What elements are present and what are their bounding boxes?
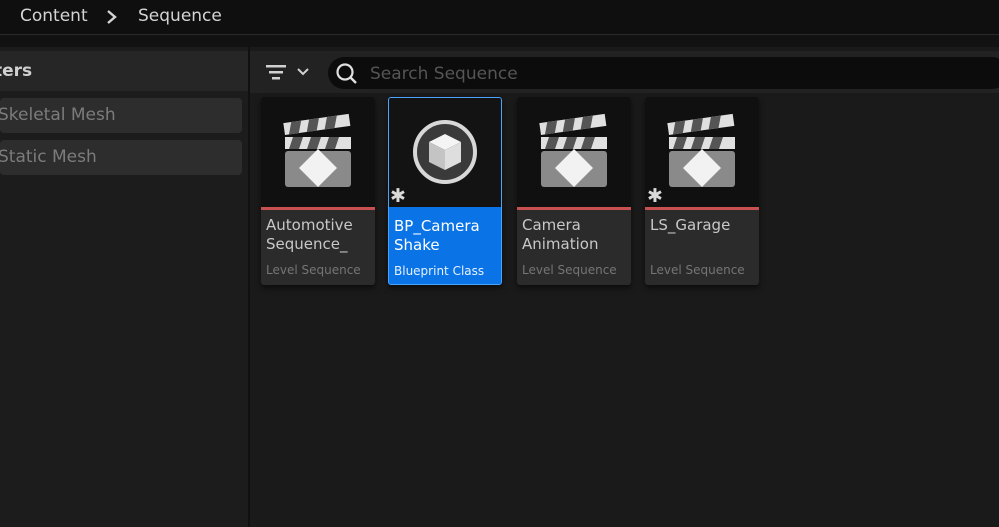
filter-icon xyxy=(266,65,309,80)
clapperboard-icon xyxy=(539,113,607,187)
breadcrumb-item-sequence[interactable]: Sequence xyxy=(138,6,222,26)
search-box xyxy=(328,57,999,89)
asset-browser: Automotive Sequence_ Ori Level Sequence … xyxy=(250,47,999,527)
asset-type: Level Sequence xyxy=(650,263,745,277)
asset-type: Level Sequence xyxy=(266,263,361,277)
asset-tile-bp-camera-shake[interactable]: ✱ BP_Camera Shake Blueprint Class xyxy=(388,97,502,285)
blueprint-cube-icon xyxy=(413,120,477,184)
filter-dropdown-button[interactable] xyxy=(264,61,314,85)
asset-name: LS_Garage xyxy=(650,216,731,234)
chevron-right-icon xyxy=(107,10,117,24)
asset-type-color-bar xyxy=(517,207,631,210)
filter-item-label: Static Mesh xyxy=(0,147,97,167)
asset-type: Level Sequence xyxy=(522,263,617,277)
asset-type-color-bar xyxy=(261,207,375,210)
asset-tile-automotive-sequence[interactable]: Automotive Sequence_ Ori Level Sequence xyxy=(261,97,375,285)
filter-item-static-mesh[interactable]: Static Mesh xyxy=(0,140,242,175)
asset-name: BP_Camera Shake xyxy=(394,217,480,254)
filters-panel: ters Skeletal Mesh Static Mesh xyxy=(0,47,250,527)
asset-thumbnail: ✱ xyxy=(645,97,759,207)
modified-star-icon: ✱ xyxy=(390,185,406,207)
asset-type-color-bar xyxy=(645,207,759,210)
breadcrumb-bar: Content Sequence xyxy=(0,0,999,35)
filters-header: ters xyxy=(0,51,248,91)
modified-star-icon: ✱ xyxy=(647,185,663,207)
asset-toolbar xyxy=(250,51,999,93)
asset-tile-ls-garage[interactable]: ✱ LS_Garage Level Sequence xyxy=(645,97,759,285)
asset-name: Automotive Sequence_ Ori xyxy=(266,216,353,256)
filters-title: ters xyxy=(0,61,33,81)
asset-thumbnail: ✱ xyxy=(389,98,501,207)
asset-thumbnail xyxy=(517,97,631,207)
asset-type: Blueprint Class xyxy=(394,264,485,278)
top-divider xyxy=(0,35,999,47)
asset-thumbnail xyxy=(261,97,375,207)
clapperboard-icon xyxy=(283,113,351,187)
filter-item-label: Skeletal Mesh xyxy=(0,105,116,125)
search-input[interactable] xyxy=(368,61,972,87)
clapperboard-icon xyxy=(667,113,735,187)
asset-name: Camera Animation xyxy=(522,216,599,253)
breadcrumb-item-content[interactable]: Content xyxy=(20,6,88,26)
filter-item-skeletal-mesh[interactable]: Skeletal Mesh xyxy=(0,98,242,133)
asset-tile-camera-animation[interactable]: Camera Animation Level Sequence xyxy=(517,97,631,285)
search-icon xyxy=(336,63,357,84)
